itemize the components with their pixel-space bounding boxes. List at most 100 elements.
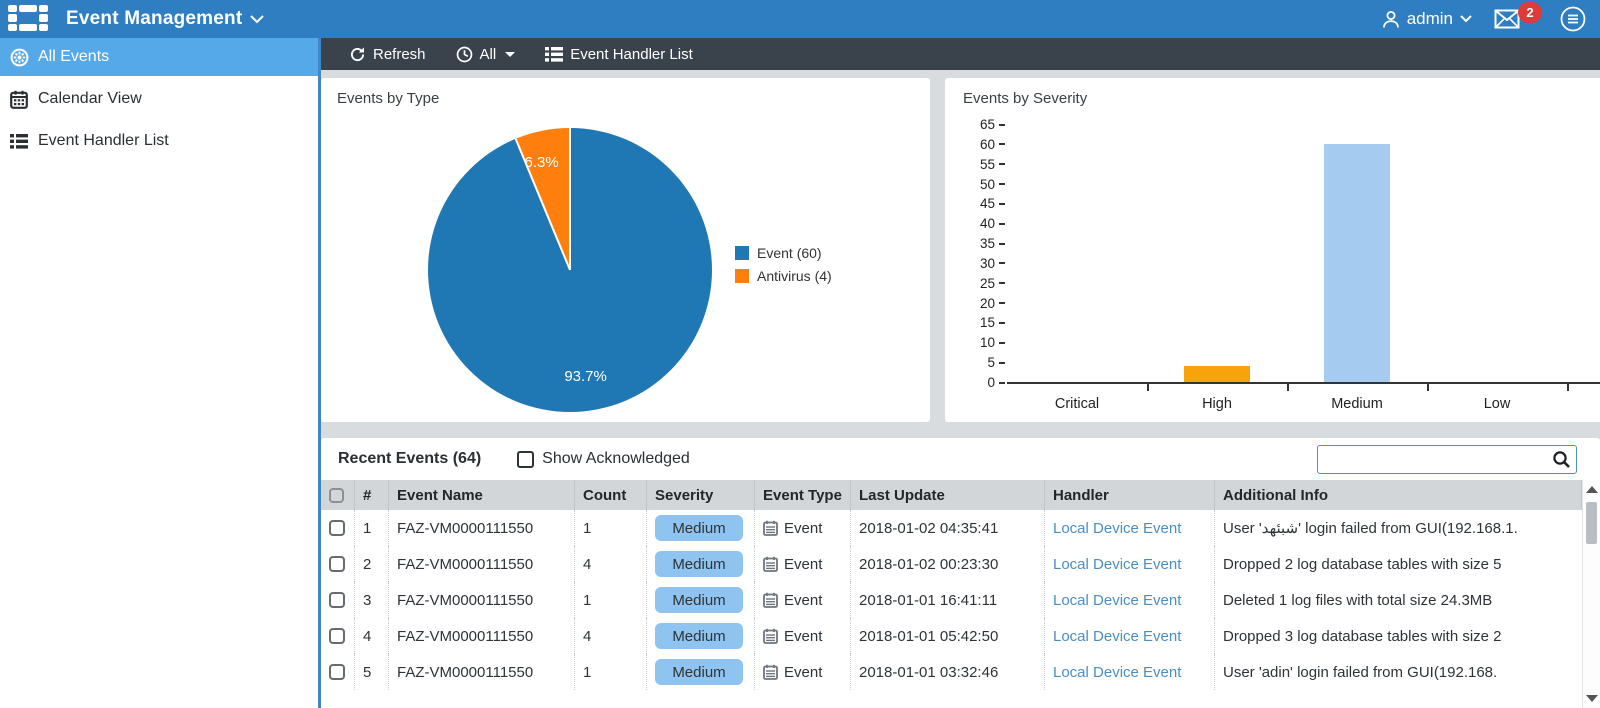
event-name-cell[interactable]: FAZ-VM0000111550 bbox=[389, 654, 575, 690]
handler-cell[interactable]: Local Device Event bbox=[1045, 618, 1215, 654]
event-type-icon bbox=[763, 556, 778, 572]
table-scrollbar[interactable] bbox=[1582, 480, 1600, 708]
sidebar-item-calendar-view[interactable]: Calendar View bbox=[0, 80, 318, 118]
y-axis-tick: 25 bbox=[945, 276, 1005, 291]
count-cell: 4 bbox=[575, 546, 647, 582]
app-title[interactable]: Event Management bbox=[66, 8, 242, 30]
severity-cell: Medium bbox=[647, 546, 755, 582]
event-name-cell[interactable]: FAZ-VM0000111550 bbox=[389, 546, 575, 582]
handler-cell[interactable]: Local Device Event bbox=[1045, 546, 1215, 582]
y-axis-tick: 55 bbox=[945, 157, 1005, 172]
events-by-type-pie-chart[interactable]: 93.7% 6.3% bbox=[428, 128, 712, 412]
time-filter-dropdown[interactable]: All bbox=[456, 46, 516, 63]
refresh-label: Refresh bbox=[373, 45, 426, 63]
row-checkbox[interactable] bbox=[329, 592, 345, 608]
brand-logo-icon[interactable] bbox=[8, 5, 52, 33]
events-table: # Event Name Count Severity Event Type Last U… bbox=[321, 480, 1582, 690]
event-type-cell: Event bbox=[755, 654, 851, 690]
severity-cell: Medium bbox=[647, 618, 755, 654]
notification-count-badge: 2 bbox=[1518, 2, 1542, 23]
show-acknowledged-label: Show Acknowledged bbox=[542, 450, 690, 467]
y-axis-tick: 5 bbox=[945, 355, 1005, 370]
legend-swatch bbox=[735, 269, 749, 283]
last-update-cell: 2018-01-02 04:35:41 bbox=[851, 510, 1045, 546]
row-checkbox[interactable] bbox=[329, 520, 345, 536]
row-checkbox[interactable] bbox=[329, 556, 345, 572]
hamburger-menu-icon[interactable] bbox=[1560, 6, 1586, 32]
show-acknowledged-checkbox[interactable] bbox=[517, 450, 535, 468]
row-select-cell bbox=[321, 618, 355, 654]
y-axis-tick: 15 bbox=[945, 315, 1005, 330]
chevron-down-icon[interactable] bbox=[250, 14, 265, 24]
y-axis-tick: 30 bbox=[945, 256, 1005, 271]
y-axis-tick: 35 bbox=[945, 236, 1005, 251]
event-type-cell: Event bbox=[755, 618, 851, 654]
bar-medium[interactable] bbox=[1324, 143, 1390, 382]
handler-link[interactable]: Local Device Event bbox=[1053, 556, 1181, 573]
sidebar-item-event-handler-list[interactable]: Event Handler List bbox=[0, 122, 318, 160]
row-number-cell: 2 bbox=[355, 546, 389, 582]
row-checkbox[interactable] bbox=[329, 664, 345, 680]
last-update-cell: 2018-01-02 00:23:30 bbox=[851, 546, 1045, 582]
scroll-down-arrow-icon[interactable] bbox=[1586, 695, 1598, 702]
column-header-severity[interactable]: Severity bbox=[647, 480, 755, 510]
y-axis-tick: 40 bbox=[945, 216, 1005, 231]
x-axis-tick bbox=[1147, 384, 1149, 391]
column-header-additional-info[interactable]: Additional Info bbox=[1215, 480, 1582, 510]
header-select-all[interactable] bbox=[321, 480, 355, 510]
column-header-event-type[interactable]: Event Type bbox=[755, 480, 851, 510]
column-header-last-update[interactable]: Last Update bbox=[851, 480, 1045, 510]
handler-link[interactable]: Local Device Event bbox=[1053, 520, 1181, 537]
scrollbar-thumb[interactable] bbox=[1586, 502, 1597, 544]
events-by-severity-bar-chart[interactable]: 0 5 10 15 20 25 30 35 40 45 50 55 60 65 Critical High Me… bbox=[945, 114, 1600, 422]
row-select-cell bbox=[321, 654, 355, 690]
column-header-event-name[interactable]: Event Name bbox=[389, 480, 575, 510]
column-header-handler[interactable]: Handler bbox=[1045, 480, 1215, 510]
severity-badge: Medium bbox=[655, 587, 743, 613]
column-header-count[interactable]: Count bbox=[575, 480, 647, 510]
event-handler-list-button[interactable]: Event Handler List bbox=[545, 46, 693, 63]
bar-high[interactable] bbox=[1184, 366, 1250, 382]
last-update-cell: 2018-01-01 16:41:11 bbox=[851, 582, 1045, 618]
list-icon bbox=[545, 46, 564, 62]
additional-info-cell: User 'adin' login failed from GUI(192.16… bbox=[1223, 663, 1498, 681]
x-axis-label-medium: Medium bbox=[1331, 396, 1383, 412]
handler-link[interactable]: Local Device Event bbox=[1053, 628, 1181, 645]
severity-badge: Medium bbox=[655, 515, 743, 541]
toolbar: Refresh All Event Handler List bbox=[321, 38, 1600, 70]
row-number-cell: 3 bbox=[355, 582, 389, 618]
event-name-cell[interactable]: FAZ-VM0000111550 bbox=[389, 618, 575, 654]
search-input[interactable] bbox=[1317, 445, 1577, 474]
sidebar-item-label: All Events bbox=[38, 48, 110, 65]
row-checkbox[interactable] bbox=[329, 628, 345, 644]
additional-info-cell: Dropped 3 log database tables with size … bbox=[1223, 627, 1502, 645]
list-icon bbox=[10, 132, 29, 151]
event-name-cell[interactable]: FAZ-VM0000111550 bbox=[389, 510, 575, 546]
event-type-icon bbox=[763, 628, 778, 644]
handler-link[interactable]: Local Device Event bbox=[1053, 592, 1181, 609]
event-type-icon bbox=[763, 664, 778, 680]
x-axis-label-critical: Critical bbox=[1054, 396, 1100, 412]
event-handler-list-label: Event Handler List bbox=[570, 45, 693, 63]
sidebar-item-all-events[interactable]: All Events bbox=[0, 38, 318, 76]
search-icon[interactable] bbox=[1552, 450, 1571, 469]
pie-legend: Event (60) Antivirus (4) bbox=[735, 245, 832, 284]
top-header-bar: Event Management admin 2 bbox=[0, 0, 1600, 38]
scroll-up-arrow-icon[interactable] bbox=[1586, 486, 1598, 493]
handler-cell[interactable]: Local Device Event bbox=[1045, 510, 1215, 546]
event-name-cell[interactable]: FAZ-VM0000111550 bbox=[389, 582, 575, 618]
select-all-checkbox[interactable] bbox=[329, 487, 344, 503]
handler-cell[interactable]: Local Device Event bbox=[1045, 582, 1215, 618]
legend-label: Event (60) bbox=[757, 245, 822, 261]
handler-link[interactable]: Local Device Event bbox=[1053, 664, 1181, 681]
additional-info-cell: User 'شبئهد' login failed from GUI(192.1… bbox=[1223, 520, 1518, 537]
column-header-#[interactable]: # bbox=[355, 480, 389, 510]
x-axis-tick bbox=[1287, 384, 1289, 391]
y-axis-tick: 60 bbox=[945, 137, 1005, 152]
row-select-cell bbox=[321, 582, 355, 618]
handler-cell[interactable]: Local Device Event bbox=[1045, 654, 1215, 690]
user-menu[interactable]: admin bbox=[1382, 9, 1472, 29]
refresh-button[interactable]: Refresh bbox=[349, 46, 426, 63]
event-type-cell: Event bbox=[755, 546, 851, 582]
notifications-button[interactable]: 2 bbox=[1494, 2, 1542, 29]
